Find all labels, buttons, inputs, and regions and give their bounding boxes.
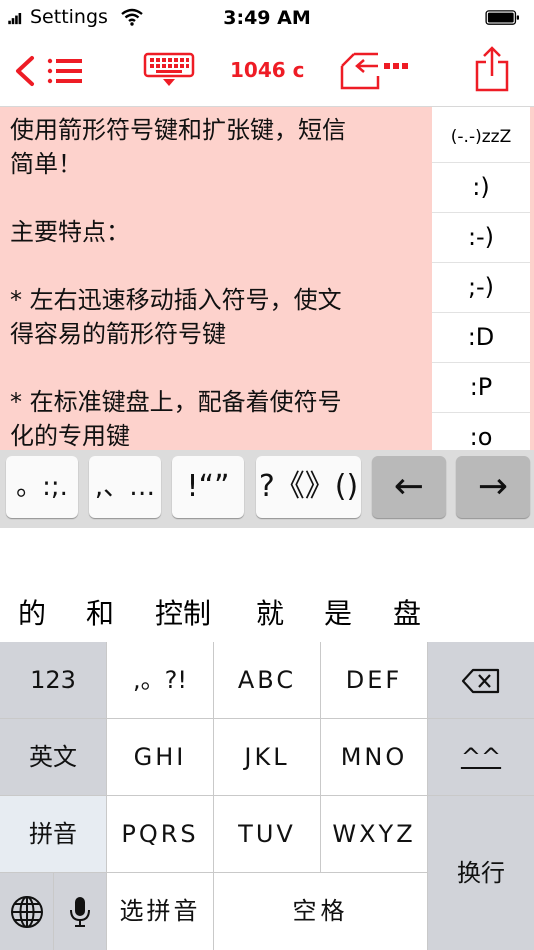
editor-line: 得容易的箭形符号键 — [10, 320, 226, 348]
toolbar: 1046 c — [0, 36, 534, 107]
editor-line: 化的专用键 — [10, 422, 130, 450]
microphone-icon — [70, 897, 90, 927]
return-key[interactable]: 换行 — [428, 796, 534, 950]
tuv-key[interactable]: TUV — [214, 796, 321, 873]
clock: 3:49 AM — [223, 7, 311, 29]
dictation-key[interactable] — [54, 873, 107, 950]
emoticon-item[interactable]: :P — [432, 362, 530, 413]
cursor-left-key[interactable]: ← — [372, 456, 446, 518]
candidate-word[interactable]: 和 — [86, 592, 114, 632]
character-count: 1046 c — [230, 58, 305, 82]
emoticon-list-margin — [408, 107, 432, 450]
candidate-word[interactable]: 就 — [256, 592, 284, 632]
emoticon-item[interactable]: :D — [432, 312, 530, 363]
abc-key[interactable]: ABC — [214, 642, 321, 719]
cursor-right-key[interactable]: → — [456, 456, 530, 518]
numbers-key[interactable]: 123 — [0, 642, 107, 719]
emoticon-list-margin — [530, 107, 534, 450]
symbol-key-question[interactable]: ?《》() — [256, 456, 361, 518]
editor-line: * 在标准键盘上，配备着使符号 — [10, 388, 342, 416]
text-editor[interactable]: 使用箭形符号键和扩张键，短信 简单！ 主要特点： * 左右迅速移动插入符号，使文… — [0, 107, 408, 450]
emoticon-list: (-.-)zzZ :) :-) ;-) :D :P :o — [408, 107, 534, 451]
emoticon-item[interactable]: :-) — [432, 212, 530, 263]
globe-key[interactable] — [0, 873, 54, 950]
emoticon-item[interactable]: (-.-)zzZ — [432, 112, 530, 163]
candidate-bar: 的 和 控制 就 是 盘 — [0, 578, 534, 643]
symbol-key-comma[interactable]: ,、… — [89, 456, 161, 518]
editor-line: * 左右迅速移动插入符号，使文 — [10, 286, 342, 314]
input-composition-area — [0, 528, 534, 578]
candidate-word[interactable]: 是 — [324, 592, 352, 632]
symbol-key-row: 。:;. ,、… !“” ?《》() ← → — [0, 450, 534, 528]
candidate-word[interactable]: 盘 — [393, 592, 421, 632]
space-key[interactable]: 空格 — [214, 873, 428, 950]
emoticon-item[interactable]: :) — [432, 162, 530, 213]
def-key[interactable]: DEF — [321, 642, 428, 719]
status-bar: Settings 3:49 AM — [0, 0, 534, 36]
wxyz-key[interactable]: WXYZ — [321, 796, 428, 873]
pqrs-key[interactable]: PQRS — [107, 796, 214, 873]
share-icon[interactable] — [474, 46, 510, 92]
move-cursor-icon[interactable] — [340, 52, 412, 90]
editor-line: 主要特点： — [10, 218, 130, 246]
candidate-word[interactable]: 控制 — [155, 592, 211, 632]
keyboard: 123 ,。?! ABC DEF 英文 GHI JKL MNO ^^ 拼音 PQ… — [0, 642, 534, 950]
editor-line: 简单！ — [10, 150, 82, 178]
ghi-key[interactable]: GHI — [107, 719, 214, 796]
editor-line — [10, 249, 408, 283]
jkl-key[interactable]: JKL — [214, 719, 321, 796]
emoticon-item[interactable]: ;-) — [432, 262, 530, 313]
delete-icon — [461, 668, 500, 694]
punctuation-key[interactable]: ,。?! — [107, 642, 214, 719]
editor-line — [10, 351, 408, 385]
english-mode-key[interactable]: 英文 — [0, 719, 107, 796]
globe-icon — [10, 896, 43, 928]
back-list-icon[interactable] — [12, 54, 86, 88]
editor-line — [10, 181, 408, 215]
select-pinyin-key[interactable]: 选拼音 — [107, 873, 214, 950]
keyboard-hide-icon[interactable] — [143, 52, 195, 88]
symbol-key-exclaim[interactable]: !“” — [172, 456, 244, 518]
editor-line: 使用箭形符号键和扩张键，短信 — [10, 116, 346, 144]
pinyin-mode-key[interactable]: 拼音 — [0, 796, 107, 873]
mno-key[interactable]: MNO — [321, 719, 428, 796]
delete-key[interactable] — [428, 642, 534, 719]
symbol-key-period[interactable]: 。:;. — [6, 456, 78, 518]
emoticon-key[interactable]: ^^ — [428, 719, 534, 796]
battery-icon — [485, 10, 519, 25]
candidate-word[interactable]: 的 — [18, 592, 46, 632]
